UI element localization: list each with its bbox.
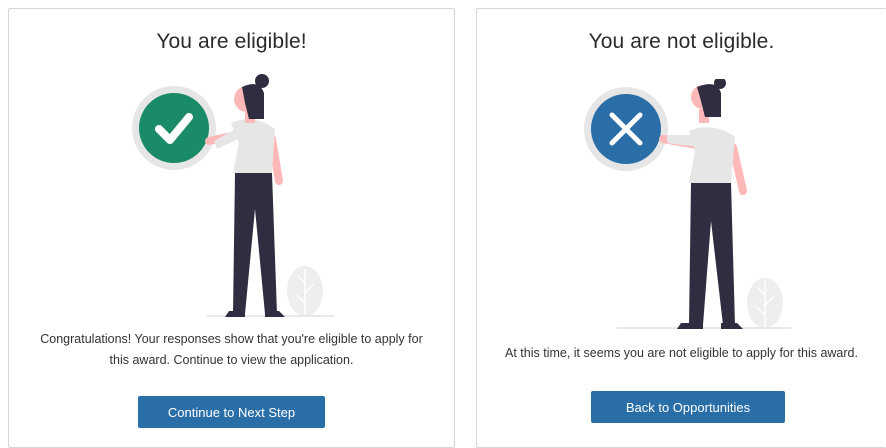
eligible-illustration <box>132 74 334 317</box>
check-circle-icon <box>132 86 216 170</box>
plant-icon <box>287 266 323 316</box>
x-circle-icon <box>584 87 668 171</box>
not-eligible-illustration <box>584 79 791 329</box>
back-to-opportunities-button[interactable]: Back to Opportunities <box>591 391 785 423</box>
person-figure <box>205 74 285 317</box>
not-eligible-card: You are not eligible. At this time, it s… <box>476 8 886 448</box>
eligible-message: Congratulations! Your responses show tha… <box>9 329 454 371</box>
eligible-message-line1: Congratulations! Your responses show tha… <box>40 332 423 346</box>
not-eligible-message: At this time, it seems you are not eligi… <box>505 346 858 360</box>
plant-icon <box>747 278 783 328</box>
eligible-card: You are eligible! Congratulations! Your … <box>8 8 455 448</box>
eligible-title: You are eligible! <box>156 30 307 53</box>
not-eligible-title: You are not eligible. <box>588 30 775 53</box>
eligible-message-line2: this award. Continue to view the applica… <box>109 353 354 367</box>
person-figure <box>659 79 747 329</box>
continue-to-next-step-button[interactable]: Continue to Next Step <box>138 396 325 428</box>
